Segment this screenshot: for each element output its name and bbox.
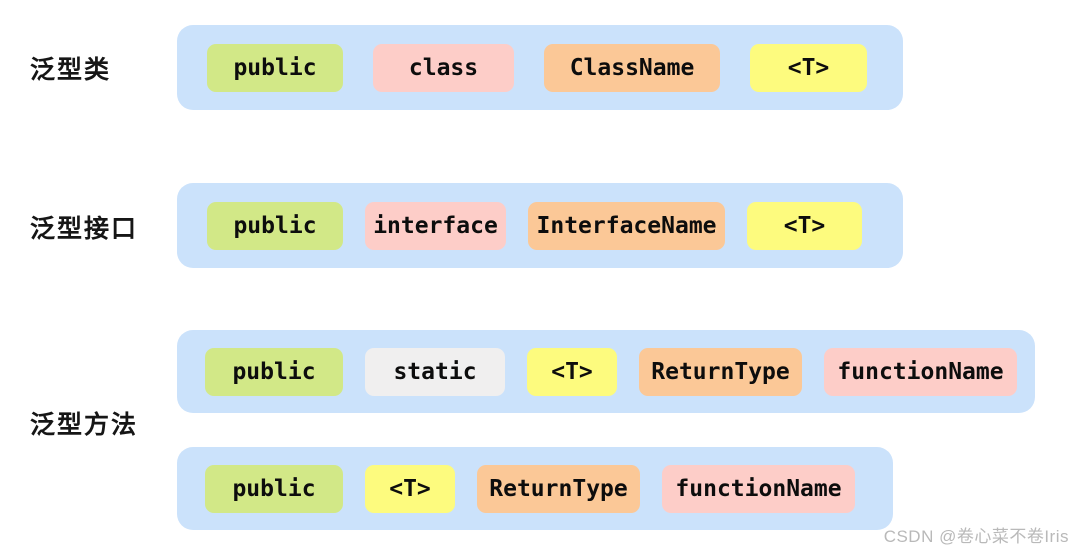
generics-syntax-diagram: 泛型类 public class ClassName <T> 泛型接口 publ… xyxy=(0,0,1081,555)
chip-return-type: ReturnType xyxy=(477,464,640,513)
row-label-generic-class: 泛型类 xyxy=(30,55,112,84)
row-label-generic-interface: 泛型接口 xyxy=(30,214,139,243)
csdn-watermark: CSDN @卷心菜不卷Iris xyxy=(883,527,1069,546)
chip-class-name: ClassName xyxy=(544,43,720,92)
chip-type-parameter: <T> xyxy=(527,347,617,396)
syntax-bar-generic-interface: public interface InterfaceName <T> xyxy=(177,183,903,268)
chip-return-type: ReturnType xyxy=(639,347,802,396)
chip-public: public xyxy=(207,201,343,250)
row-label-generic-method: 泛型方法 xyxy=(30,410,139,439)
chip-public: public xyxy=(207,43,343,92)
chip-interface-name: InterfaceName xyxy=(528,201,725,250)
chip-function-name: functionName xyxy=(662,464,855,513)
chip-class: class xyxy=(373,43,514,92)
chip-public: public xyxy=(205,347,343,396)
chip-public: public xyxy=(205,464,343,513)
chip-type-parameter: <T> xyxy=(365,464,455,513)
chip-function-name: functionName xyxy=(824,347,1017,396)
syntax-bar-generic-method-static: public static <T> ReturnType functionNam… xyxy=(177,330,1035,413)
chip-type-parameter: <T> xyxy=(750,43,867,92)
chip-static: static xyxy=(365,347,505,396)
chip-interface: interface xyxy=(365,201,506,250)
syntax-bar-generic-method-instance: public <T> ReturnType functionName xyxy=(177,447,893,530)
syntax-bar-generic-class: public class ClassName <T> xyxy=(177,25,903,110)
chip-type-parameter: <T> xyxy=(747,201,862,250)
